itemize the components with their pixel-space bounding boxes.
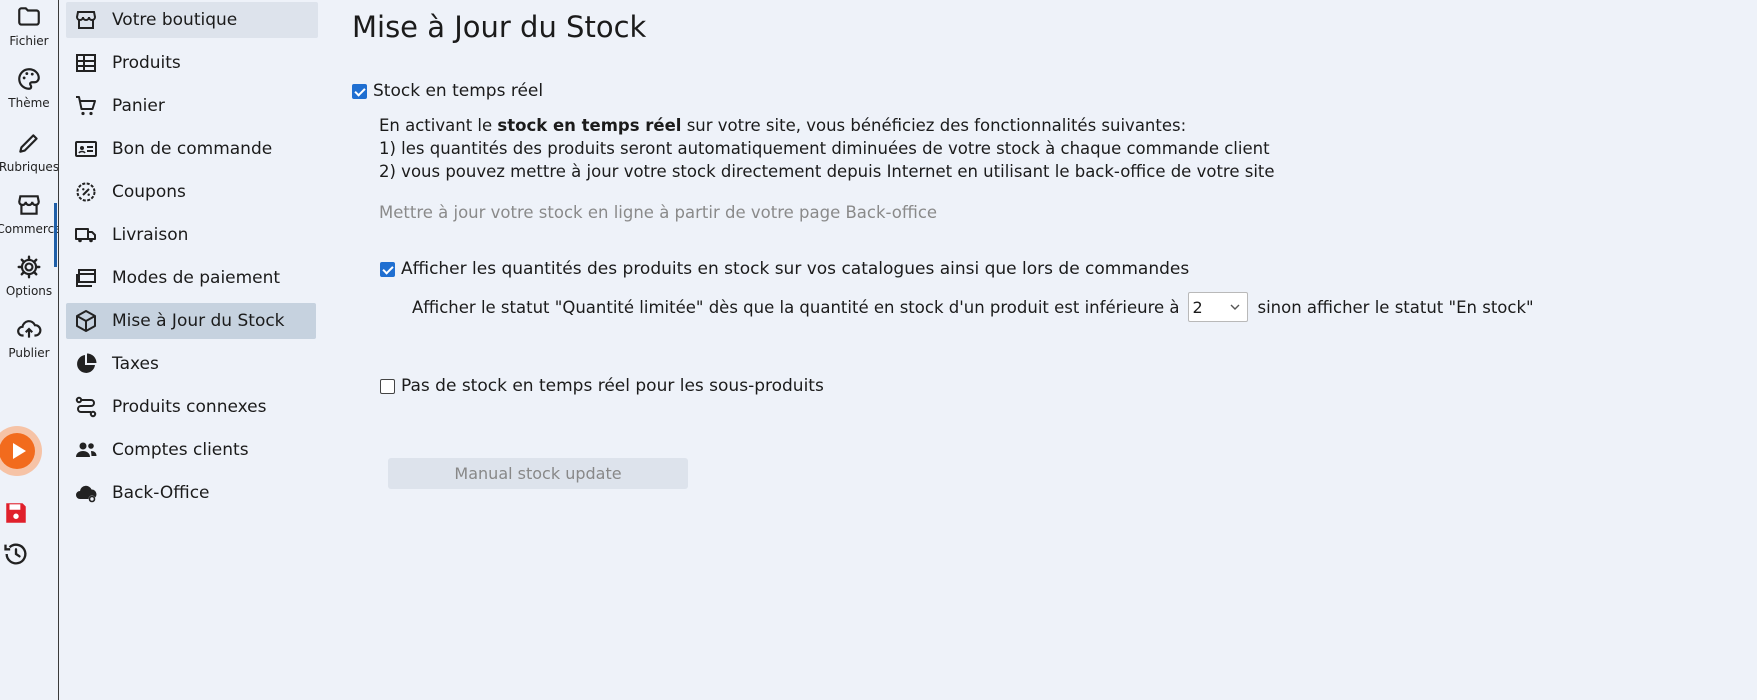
palette-icon — [18, 68, 40, 90]
threshold-select[interactable]: 2 — [1187, 292, 1248, 322]
show-quantities-row: Afficher les quantités des produits en s… — [380, 259, 1189, 279]
intro-text-end: sur votre site, vous bénéficiez des fonc… — [681, 116, 1187, 135]
nav-item-modes-de-paiement[interactable]: Modes de paiement — [66, 260, 318, 296]
store-icon — [18, 195, 40, 215]
nav-item-label: Comptes clients — [112, 440, 249, 460]
intro-bold: stock en temps réel — [497, 116, 682, 135]
intro-line: En activant le stock en temps réel sur v… — [379, 114, 1275, 137]
nav-item-bon-de-commande[interactable]: Bon de commande — [66, 131, 318, 167]
realtime-stock-checkbox[interactable] — [352, 83, 367, 99]
nav-item-comptes-clients[interactable]: Comptes clients — [66, 432, 318, 468]
commerce-nav: Votre boutique Produits Panier Bon de co… — [66, 0, 320, 700]
threshold-text-after: sinon afficher le statut "En stock" — [1257, 297, 1534, 317]
id-card-icon — [75, 141, 97, 157]
storefront-icon — [75, 11, 97, 29]
history-icon[interactable] — [1, 540, 31, 568]
nav-item-label: Modes de paiement — [112, 268, 281, 288]
threshold-text-before: Afficher le statut "Quantité limitée" dè… — [412, 297, 1180, 317]
table-icon — [76, 54, 96, 72]
stock-settings-panel: Mise à Jour du Stock Stock en temps réel… — [352, 0, 1757, 700]
coupon-icon — [76, 182, 96, 202]
cloud-upload-icon — [17, 320, 42, 338]
threshold-row: Afficher le statut "Quantité limitée" dè… — [412, 292, 1534, 322]
box-icon — [76, 310, 96, 332]
save-icon[interactable] — [3, 500, 29, 526]
feature-line-1: 1) les quantités des produits seront aut… — [379, 139, 1270, 158]
show-quantities-checkbox[interactable] — [380, 261, 395, 277]
cloud-gear-icon — [76, 485, 97, 503]
nav-item-label: Bon de commande — [112, 139, 273, 159]
subproducts-label: Pas de stock en temps réel pour les sous… — [401, 376, 824, 396]
play-icon — [0, 433, 35, 469]
folder-icon — [18, 7, 40, 26]
threshold-value: 2 — [1192, 297, 1203, 317]
nav-item-label: Livraison — [112, 225, 189, 245]
rail-item-rubriques[interactable]: Rubriques — [0, 130, 58, 174]
rail-item-label: Rubriques — [0, 160, 59, 174]
rail-item-label: Publier — [8, 346, 50, 360]
nav-item-livraison[interactable]: Livraison — [66, 217, 318, 253]
realtime-stock-label: Stock en temps réel — [373, 81, 544, 101]
nav-item-votre-boutique[interactable]: Votre boutique — [66, 2, 318, 38]
rail-item-options[interactable]: Options — [0, 254, 58, 298]
nav-item-back-office[interactable]: Back-Office — [66, 475, 318, 511]
nav-item-mise-a-jour-du-stock[interactable]: Mise à Jour du Stock — [66, 303, 316, 339]
rail-item-fichier[interactable]: Fichier — [0, 4, 58, 48]
payment-icon — [76, 269, 96, 287]
realtime-description: En activant le stock en temps réel sur v… — [379, 114, 1275, 183]
nav-item-produits-connexes[interactable]: Produits connexes — [66, 389, 318, 425]
play-button[interactable] — [0, 426, 42, 476]
page-title: Mise à Jour du Stock — [352, 10, 647, 44]
rail-item-commerce[interactable]: Commerce — [0, 192, 58, 236]
gear-icon — [17, 255, 41, 279]
rail-item-label: Thème — [8, 96, 50, 110]
users-icon — [76, 442, 97, 457]
truck-icon — [75, 228, 96, 243]
nav-item-label: Votre boutique — [112, 10, 238, 30]
rail-item-label: Fichier — [9, 34, 49, 48]
nav-item-panier[interactable]: Panier — [66, 88, 318, 124]
pencil-icon — [19, 134, 38, 153]
nav-item-label: Produits connexes — [112, 397, 267, 417]
intro-text: En activant le — [379, 116, 498, 135]
rail-item-theme[interactable]: Thème — [0, 66, 58, 110]
chevron-down-icon — [1230, 304, 1239, 310]
nav-item-label: Back-Office — [112, 483, 210, 503]
show-quantities-label: Afficher les quantités des produits en s… — [401, 259, 1190, 279]
nav-item-label: Coupons — [112, 182, 186, 202]
nav-item-label: Produits — [112, 53, 181, 73]
nav-item-produits[interactable]: Produits — [66, 45, 318, 81]
nav-item-coupons[interactable]: Coupons — [66, 174, 318, 210]
nav-item-label: Panier — [112, 96, 165, 116]
manual-stock-update-button[interactable]: Manual stock update — [388, 458, 688, 489]
rail-item-label: Commerce — [0, 222, 59, 236]
app-rail: Fichier Thème Rubriques Commerce Options… — [0, 0, 59, 700]
subproducts-checkbox[interactable] — [380, 378, 395, 394]
cart-icon — [76, 96, 96, 116]
nav-item-label: Mise à Jour du Stock — [112, 311, 285, 331]
route-icon — [75, 396, 97, 418]
realtime-stock-row: Stock en temps réel — [352, 81, 543, 101]
nav-item-label: Taxes — [112, 354, 159, 374]
rail-active-indicator — [54, 203, 57, 267]
subproducts-row: Pas de stock en temps réel pour les sous… — [380, 376, 824, 396]
rail-item-label: Options — [5, 284, 53, 298]
pie-chart-icon — [77, 353, 97, 373]
backoffice-link[interactable]: Mettre à jour votre stock en ligne à par… — [379, 203, 937, 222]
nav-item-taxes[interactable]: Taxes — [66, 346, 318, 382]
feature-line-2: 2) vous pouvez mettre à jour votre stock… — [379, 162, 1275, 181]
rail-item-publier[interactable]: Publier — [0, 316, 58, 360]
